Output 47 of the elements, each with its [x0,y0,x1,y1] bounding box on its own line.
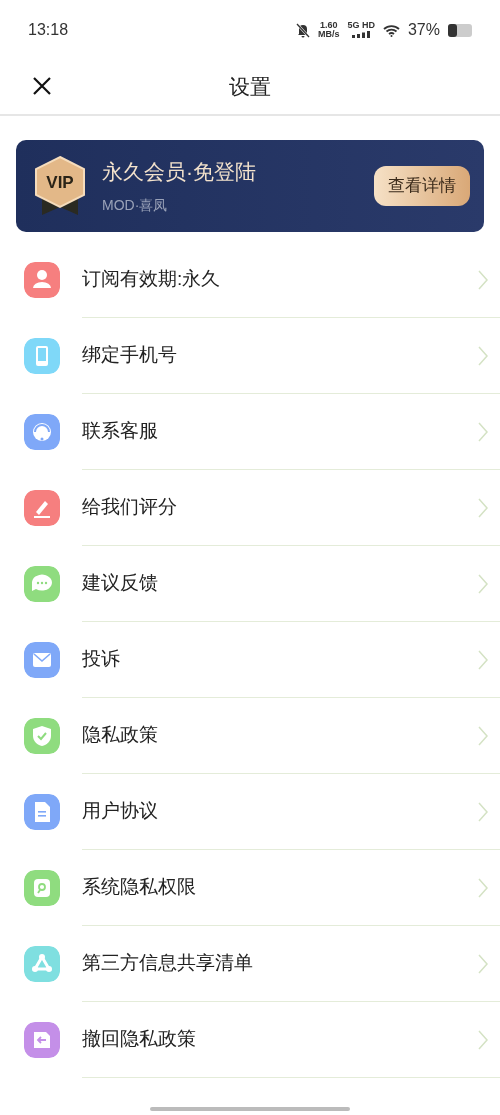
settings-row[interactable]: 用户协议 [0,774,500,850]
settings-row[interactable]: 第三方信息共享清单 [0,926,500,1002]
chevron-right-icon [478,953,488,974]
row-label: 绑定手机号 [82,343,177,368]
chevron-right-icon [478,1029,488,1050]
row-label: 建议反馈 [82,571,158,596]
muted-bell-icon [295,22,310,38]
chevron-right-icon [478,877,488,898]
status-time: 13:18 [28,20,69,40]
settings-row[interactable]: 隐私政策 [0,698,500,774]
chevron-right-icon [478,649,488,670]
chevron-right-icon [478,421,488,442]
row-label: 给我们评分 [82,495,177,520]
close-icon[interactable] [32,76,52,96]
battery-icon [448,23,472,37]
wifi-icon [382,23,400,37]
signal-icon [352,31,371,39]
chevron-right-icon [478,573,488,594]
battery-percent: 37% [407,20,440,40]
speed-value: 1.60 [318,21,339,30]
row-label: 订阅有效期:永久 [82,267,221,292]
network-label: 5G HD [347,21,375,30]
chevron-right-icon [478,725,488,746]
settings-row[interactable]: 建议反馈 [0,546,500,622]
row-label: 用户协议 [82,799,158,824]
chevron-right-icon [478,269,488,290]
settings-row[interactable]: 联系客服 [0,394,500,470]
row-label: 联系客服 [82,419,158,444]
page-title: 设置 [229,74,271,101]
chevron-right-icon [478,801,488,822]
settings-row[interactable]: 绑定手机号 [0,318,500,394]
chevron-right-icon [478,497,488,518]
vip-title: 永久会员·免登陆 [102,158,257,185]
details-button[interactable]: 查看详情 [374,166,470,206]
settings-row[interactable]: 撤回隐私政策 [0,1002,500,1078]
row-label: 投诉 [82,647,120,672]
settings-row[interactable]: 给我们评分 [0,470,500,546]
row-label: 第三方信息共享清单 [82,951,253,976]
settings-row[interactable]: 订阅有效期:永久 [0,242,500,318]
settings-row[interactable]: 投诉 [0,622,500,698]
vip-subtitle: MOD·喜凤 [102,196,169,216]
chevron-right-icon [478,345,488,366]
row-label: 系统隐私权限 [82,875,196,900]
settings-row[interactable]: 系统隐私权限 [0,850,500,926]
speed-unit: MB/s [317,30,340,39]
row-label: 撤回隐私政策 [82,1027,196,1052]
row-label: 隐私政策 [82,723,158,748]
